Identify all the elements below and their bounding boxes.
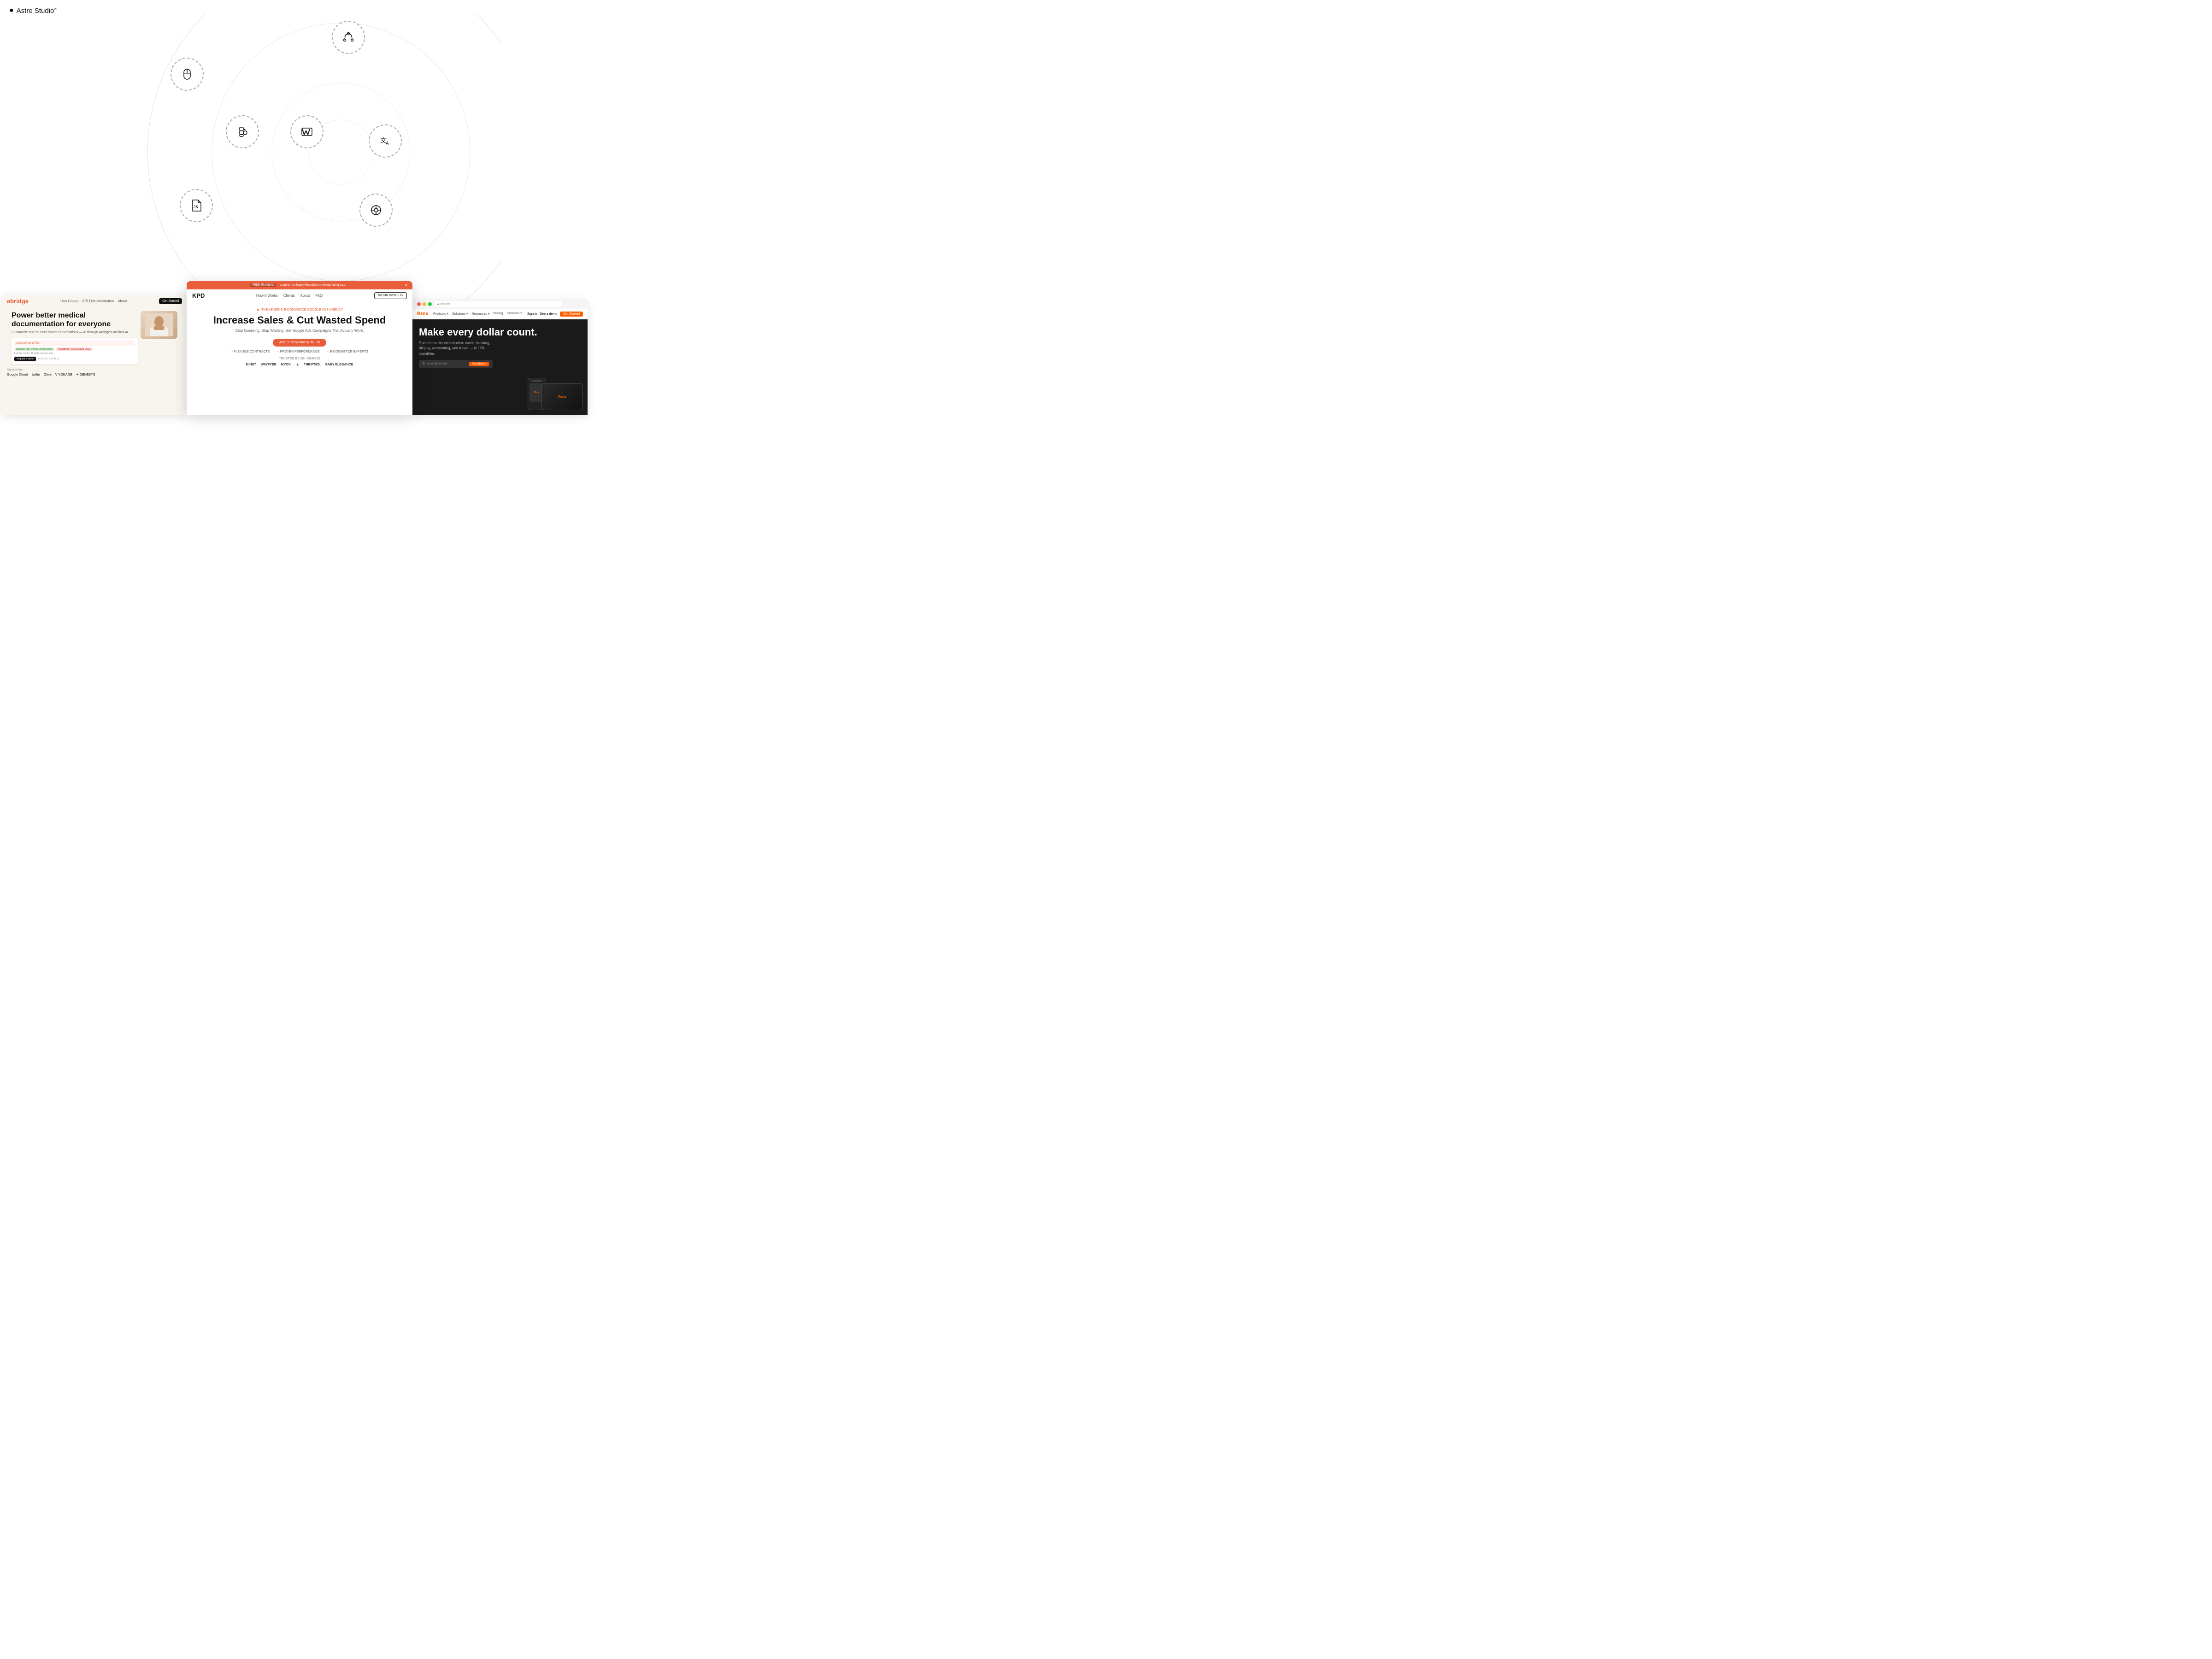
kpd-eyebrow: THE LEADING E-COMMERCE GOOGLE ADS AGENCY xyxy=(194,308,405,312)
kpd-topbar-close-btn[interactable]: ✕ xyxy=(405,283,408,288)
kpd-nav-clients: Clients xyxy=(283,294,294,298)
kpd-hero: THE LEADING E-COMMERCE GOOGLE ADS AGENCY… xyxy=(187,302,412,370)
brand-wayfyer: wayfyer xyxy=(261,363,276,366)
brex-title: Make every dollar count. xyxy=(419,327,581,338)
icon-nodes-container: 文 A JS xyxy=(88,14,502,300)
twilio-logo: twilio xyxy=(32,373,40,377)
logo-icon: ● xyxy=(9,6,14,15)
abridge-nav-api: API Documentation xyxy=(82,299,114,303)
abridge-header: abridge Use Cases API Documentation Abou… xyxy=(2,295,187,307)
partners-label: Our partners: xyxy=(7,369,23,371)
abridge-nav-use-cases: Use Cases xyxy=(60,299,78,303)
abridge-nav-about: About xyxy=(118,299,127,303)
kpd-brand-logos: MiNUT wayfyer myovi ▲ THRIFTED. Baby Ele… xyxy=(194,363,405,366)
olive-logo: Olive xyxy=(44,373,52,377)
kpd-nav-links: How it Works Clients About FAQ xyxy=(256,294,323,298)
brex-logo: Brex xyxy=(417,311,428,317)
brand-thrifted: THRIFTED. xyxy=(304,363,321,366)
abridge-partners: Our partners: Google Cloud twilio Olive … xyxy=(2,366,187,379)
kpd-title: Increase Sales & Cut Wasted Spend xyxy=(194,315,405,326)
brex-screenshot[interactable]: 🔒 brex.com Brex Products ▾ Solutions ▾ R… xyxy=(412,300,588,415)
brex-signin[interactable]: Sign in xyxy=(527,312,537,316)
astro-studio-logo[interactable]: ● Astro Studio° xyxy=(9,6,57,15)
translate-icon-node: 文 A xyxy=(369,124,402,158)
brex-email-get-started[interactable]: Get Started xyxy=(469,362,489,366)
kpd-feature-2: PROVEN PERFORMANCE xyxy=(277,350,319,353)
kpd-nav-how-it-works: How it Works xyxy=(256,294,278,298)
brex-see-demo[interactable]: See a demo xyxy=(540,312,557,316)
brex-actions: Sign in See a demo Get Started xyxy=(527,312,583,317)
brex-get-started-btn[interactable]: Get Started xyxy=(560,312,583,317)
brand-baby-elegance: Baby Elegance xyxy=(325,363,353,366)
brex-hero: Make every dollar count. Spend smarter w… xyxy=(412,319,588,375)
brex-url-bar: 🔒 brex.com xyxy=(435,301,562,307)
brex-card-visual: Brex Brex xyxy=(528,376,583,410)
abridge-subtitle: Summarize and structure health conversat… xyxy=(12,330,138,335)
google-cloud-logo: Google Cloud xyxy=(7,373,28,377)
brex-screenshot-wrapper: 🔒 brex.com Brex Products ▾ Solutions ▾ R… xyxy=(412,300,588,415)
brex-nav-products: Products ▾ xyxy=(433,312,448,316)
brand-minut: MiNUT xyxy=(246,363,256,366)
brand-mountain: ▲ xyxy=(296,363,299,366)
kpd-logo: KPD xyxy=(192,292,205,299)
brex-nav-pricing: Pricing xyxy=(493,312,503,316)
kpd-features: FLEXIBLE CONTRACTS PROVEN PERFORMANCE E-… xyxy=(194,350,405,353)
partner-logos-list: Google Cloud twilio Olive V VONAGE ✦ GEN… xyxy=(7,373,182,377)
chrome-icon-node xyxy=(359,194,393,227)
abridge-photo xyxy=(141,311,177,339)
zapper-icon-node xyxy=(290,115,324,148)
abridge-title: Power better medical documentation for e… xyxy=(12,311,138,329)
logo-text: Astro Studio° xyxy=(17,7,57,15)
abridge-logo: abridge xyxy=(7,298,29,305)
kpd-free-training-badge: FREE TRAINING xyxy=(250,283,276,287)
brex-nav-customers: Customers xyxy=(507,312,523,316)
kpd-topbar: FREE TRAINING Learn to run Shopify Beaut… xyxy=(187,281,412,289)
brex-credit-card-visual: Brex xyxy=(541,383,583,410)
brex-subtitle: Spend smarter with modern cards, banking… xyxy=(419,341,493,356)
kpd-feature-1: FLEXIBLE CONTRACTS xyxy=(231,350,270,353)
brex-email-placeholder: Enter work email xyxy=(423,362,447,365)
brand-myovi: myovi xyxy=(281,363,292,366)
app-header: ● Astro Studio° xyxy=(9,6,57,15)
kpd-work-with-us-btn[interactable]: WORK WITH US xyxy=(374,292,407,299)
kpd-trusted-label: TRUSTED BY 20+ BRANDS xyxy=(194,357,405,360)
figma-icon-node xyxy=(226,115,259,148)
brex-nav-resources: Resources ▾ xyxy=(471,312,489,316)
brex-url-text: 🔒 brex.com xyxy=(437,303,450,306)
abridge-get-started-btn[interactable]: Get Started xyxy=(159,298,182,304)
abridge-card: Assessment & Plan Diabetes with chronic … xyxy=(12,338,138,364)
brex-nav-links: Products ▾ Solutions ▾ Resources ▾ Prici… xyxy=(433,312,523,316)
abridge-screenshot[interactable]: abridge Use Cases API Documentation Abou… xyxy=(2,295,187,415)
screenshots-section: abridge Use Cases API Documentation Abou… xyxy=(0,295,590,415)
svg-text:A: A xyxy=(386,141,389,146)
kpd-nav-about: About xyxy=(300,294,310,298)
kpd-apply-btn[interactable]: APPLY TO WORK WITH US xyxy=(273,339,327,347)
kpd-nav-faq: FAQ xyxy=(315,294,323,298)
brex-nav: Brex Products ▾ Solutions ▾ Resources ▾ … xyxy=(412,309,588,319)
kpd-feature-3: E-COMMERCE EXPERTS xyxy=(327,350,368,353)
brex-card-logo: Brex xyxy=(558,395,566,399)
js-icon-node: JS xyxy=(180,189,213,222)
mouse-icon-node xyxy=(171,58,204,91)
kpd-topbar-text: Learn to run Shopify Beautifull snr with… xyxy=(280,284,346,287)
brex-email-input[interactable]: Enter work email Get Started xyxy=(419,360,493,368)
svg-text:JS: JS xyxy=(194,205,198,209)
kpd-screenshot[interactable]: FREE TRAINING Learn to run Shopify Beaut… xyxy=(187,281,412,415)
kpd-subtitle: Stop Guessing, Stop Wasting, Get Google … xyxy=(194,329,405,333)
genesys-logo: ✦ GENESYS xyxy=(76,373,95,377)
brex-nav-solutions: Solutions ▾ xyxy=(452,312,468,316)
abridge-nav: Use Cases API Documentation About xyxy=(60,299,127,303)
brex-topbar: 🔒 brex.com xyxy=(412,300,588,309)
bezier-icon-node xyxy=(332,21,365,54)
abridge-hero: Power better medical documentation for e… xyxy=(2,307,187,366)
vonage-logo: V VONAGE xyxy=(55,373,72,377)
kpd-nav: KPD How it Works Clients About FAQ WORK … xyxy=(187,289,412,302)
